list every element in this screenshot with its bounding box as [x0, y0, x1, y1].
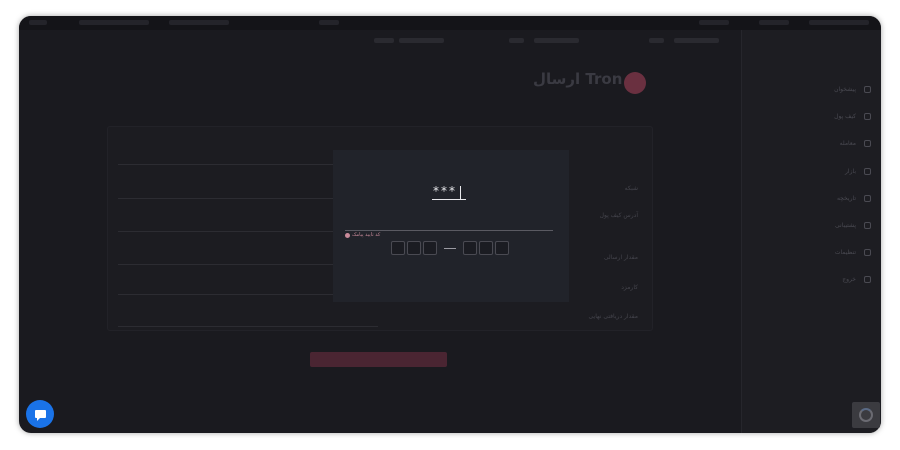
code-separator	[444, 247, 456, 249]
sidebar-item[interactable]: تاریخچه	[837, 192, 871, 204]
sidebar-item[interactable]: بازار	[845, 165, 871, 177]
info-icon	[345, 232, 350, 238]
code-digit-input[interactable]	[391, 241, 405, 255]
dashboard-icon	[864, 85, 871, 93]
logout-icon	[864, 275, 871, 283]
recaptcha-badge[interactable]	[852, 402, 880, 428]
sidebar-item[interactable]: معامله	[840, 137, 871, 149]
sidebar-item[interactable]: پشتیبانی	[835, 219, 871, 231]
wallet-icon	[864, 112, 871, 120]
tab[interactable]	[534, 38, 579, 43]
page-title: ارسال Tron	[533, 70, 623, 88]
modal-divider	[345, 230, 553, 231]
code-input-group	[391, 241, 509, 255]
sidebar-item-label: خروج	[842, 275, 856, 283]
trade-icon	[864, 139, 871, 147]
form-input[interactable]	[118, 317, 378, 327]
tron-coin-icon	[624, 72, 646, 94]
app-window: پیشخوان کیف پول معامله بازار تاریخچه پشت…	[19, 16, 881, 433]
tab[interactable]	[674, 38, 719, 43]
sidebar-item-label: پیشخوان	[834, 85, 856, 93]
hint-row: کد تایید پیامک	[345, 232, 380, 238]
recaptcha-icon	[859, 408, 873, 422]
sidebar-item-label: تنظیمات	[834, 248, 856, 256]
code-digit-input[interactable]	[479, 241, 493, 255]
top-tabs	[19, 30, 739, 52]
browser-bar	[19, 16, 881, 30]
field-label: شبکه	[624, 185, 638, 192]
sidebar-item[interactable]: پیشخوان	[834, 83, 871, 95]
sidebar-item-label: بازار	[845, 167, 856, 175]
sidebar-item[interactable]: کیف پول	[834, 110, 871, 122]
field-label: مقدار دریافتی نهایی	[588, 313, 638, 320]
sidebar: پیشخوان کیف پول معامله بازار تاریخچه پشت…	[741, 30, 881, 433]
settings-icon	[864, 248, 871, 256]
tab[interactable]	[509, 38, 524, 43]
code-digit-input[interactable]	[423, 241, 437, 255]
field-label: کارمزد	[621, 284, 638, 291]
sidebar-item[interactable]: تنظیمات	[835, 246, 871, 258]
tab[interactable]	[399, 38, 444, 43]
verification-modal: *** کد تایید پیامک	[333, 150, 569, 302]
code-digit-input[interactable]	[495, 241, 509, 255]
history-icon	[864, 194, 871, 202]
code-digit-input[interactable]	[463, 241, 477, 255]
masked-value: ***	[433, 184, 457, 198]
sidebar-item-label: کیف پول	[834, 112, 856, 120]
submit-button[interactable]	[310, 352, 447, 367]
support-icon	[864, 221, 871, 229]
chat-button[interactable]	[26, 400, 54, 428]
tab[interactable]	[649, 38, 664, 43]
text-caret	[460, 186, 461, 200]
sidebar-item-label: پشتیبانی	[835, 221, 856, 229]
tab[interactable]	[374, 38, 394, 43]
chat-icon	[34, 410, 46, 421]
field-label: مقدار ارسالی	[603, 254, 638, 261]
code-digit-input[interactable]	[407, 241, 421, 255]
sidebar-item[interactable]: خروج	[842, 273, 871, 285]
sidebar-item-label: معامله	[839, 139, 856, 147]
sidebar-item-label: تاریخچه	[836, 194, 856, 202]
hint-text: کد تایید پیامک	[352, 232, 381, 238]
market-icon	[864, 167, 871, 175]
field-label: آدرس کیف پول	[599, 212, 638, 219]
